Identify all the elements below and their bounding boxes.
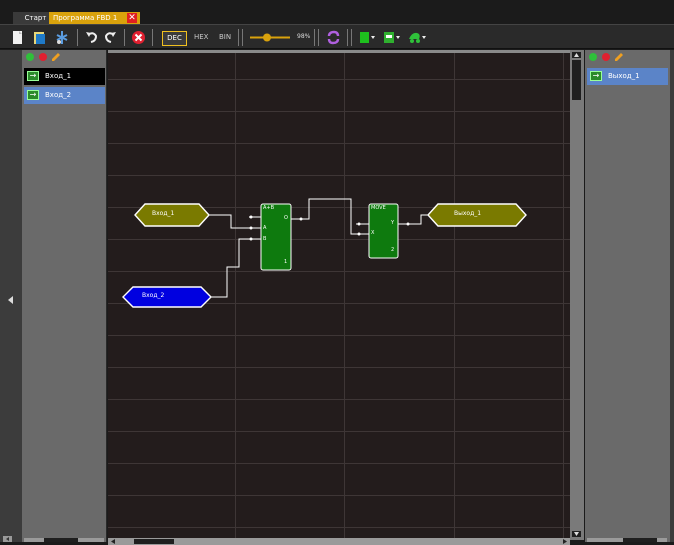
hex-button[interactable]: HEX	[194, 33, 208, 41]
left-collapse-strip[interactable]	[0, 50, 22, 542]
canvas-hscroll[interactable]	[108, 538, 570, 545]
input-variable-icon: →	[27, 90, 39, 100]
right-panel-hscroll[interactable]	[587, 538, 667, 542]
export-icon[interactable]	[359, 30, 378, 45]
bin-button[interactable]: BIN	[219, 33, 231, 41]
input-variable-vhod-2[interactable]	[122, 286, 212, 308]
connector-dot	[357, 232, 361, 236]
scroll-thumb[interactable]	[44, 538, 78, 542]
canvas-vscroll[interactable]	[570, 50, 584, 540]
scroll-thumb[interactable]	[572, 60, 581, 100]
edit-icon[interactable]	[614, 52, 624, 62]
toolbar-separator	[77, 29, 78, 46]
connector-dot	[357, 222, 361, 226]
output-variable-label: Выход_1	[454, 210, 482, 217]
connector-dot	[299, 217, 303, 221]
right-collapse-strip[interactable]	[670, 50, 674, 542]
wire-add-to-move	[291, 198, 369, 235]
scroll-down-icon[interactable]	[572, 531, 581, 537]
remove-icon[interactable]	[39, 53, 47, 61]
block-title: MOVE	[371, 205, 386, 211]
port-label: O	[284, 215, 288, 221]
connector-dot	[406, 222, 410, 226]
toolbar-separator	[238, 29, 239, 46]
collapse-left-icon[interactable]	[8, 296, 14, 304]
block-title: A+B	[263, 205, 275, 211]
connector-dot	[249, 237, 253, 241]
tab-fbd-program[interactable]: Программа FBD 1 ✕	[49, 12, 140, 24]
remove-icon[interactable]	[602, 53, 610, 61]
toolbar: DEC HEX BIN 98%	[0, 24, 674, 49]
left-panel-hscroll[interactable]	[24, 538, 104, 542]
add-icon[interactable]	[589, 53, 597, 61]
scroll-left-icon[interactable]	[110, 539, 116, 544]
zoom-level: 98%	[297, 33, 311, 40]
toolbar-separator	[124, 29, 125, 46]
toolbar-separator	[347, 29, 348, 46]
block-index: 2	[391, 247, 395, 253]
block-index: 1	[284, 259, 288, 265]
redo-icon[interactable]	[104, 30, 117, 45]
output-variables-panel: → Выход_1	[585, 50, 670, 542]
dec-button[interactable]: DEC	[162, 31, 187, 46]
toolbar-separator	[314, 29, 315, 46]
scroll-thumb[interactable]	[623, 538, 657, 542]
scroll-left-icon[interactable]	[3, 536, 12, 542]
connector-dot	[249, 215, 253, 219]
add-icon[interactable]	[26, 53, 34, 61]
output-variable-icon: →	[590, 71, 602, 81]
edit-icon[interactable]	[51, 52, 61, 62]
simulation-icon[interactable]	[407, 30, 428, 45]
toolbar-separator	[351, 29, 352, 46]
input-variables-panel: → Вход_1 → Вход_2	[22, 50, 107, 542]
list-item-input-2[interactable]: → Вход_2	[24, 87, 105, 104]
open-file-icon[interactable]	[33, 30, 47, 45]
list-item-input-1[interactable]: → Вход_1	[24, 68, 105, 85]
tab-bar: Старт Программа FBD 1 ✕	[0, 0, 674, 24]
input-variable-label: Вход_2	[142, 292, 165, 299]
fbd-canvas[interactable]: Вход_1 Вход_2 Выход_1 A+B O A B 1 MOVE Y…	[108, 53, 570, 538]
refresh-icon[interactable]	[326, 30, 341, 45]
input-variable-icon: →	[27, 71, 39, 81]
wire-input2-to-b	[209, 238, 261, 298]
fbd-diagram	[122, 198, 527, 308]
toolbar-separator	[152, 29, 153, 46]
cut-icon[interactable]	[55, 30, 69, 45]
port-label: B	[263, 236, 267, 242]
list-item-output-1[interactable]: → Выход_1	[587, 68, 668, 85]
input-variable-label: Вход_1	[152, 210, 175, 217]
undo-icon[interactable]	[85, 30, 98, 45]
connector-dot	[249, 226, 253, 230]
toolbar-separator	[318, 29, 319, 46]
zoom-slider[interactable]	[249, 30, 291, 45]
tab-fbd-program-label: Программа FBD 1	[53, 14, 118, 22]
scroll-thumb[interactable]	[134, 539, 174, 544]
import-icon[interactable]	[383, 30, 402, 45]
close-icon[interactable]: ✕	[127, 13, 137, 23]
port-label: Y	[391, 220, 395, 226]
new-file-icon[interactable]	[12, 30, 24, 45]
port-label: X	[371, 230, 375, 236]
scroll-right-icon[interactable]	[562, 539, 568, 544]
delete-icon[interactable]	[131, 30, 146, 45]
port-label: A	[263, 225, 267, 231]
toolbar-separator	[242, 29, 243, 46]
scroll-up-icon[interactable]	[572, 52, 581, 58]
